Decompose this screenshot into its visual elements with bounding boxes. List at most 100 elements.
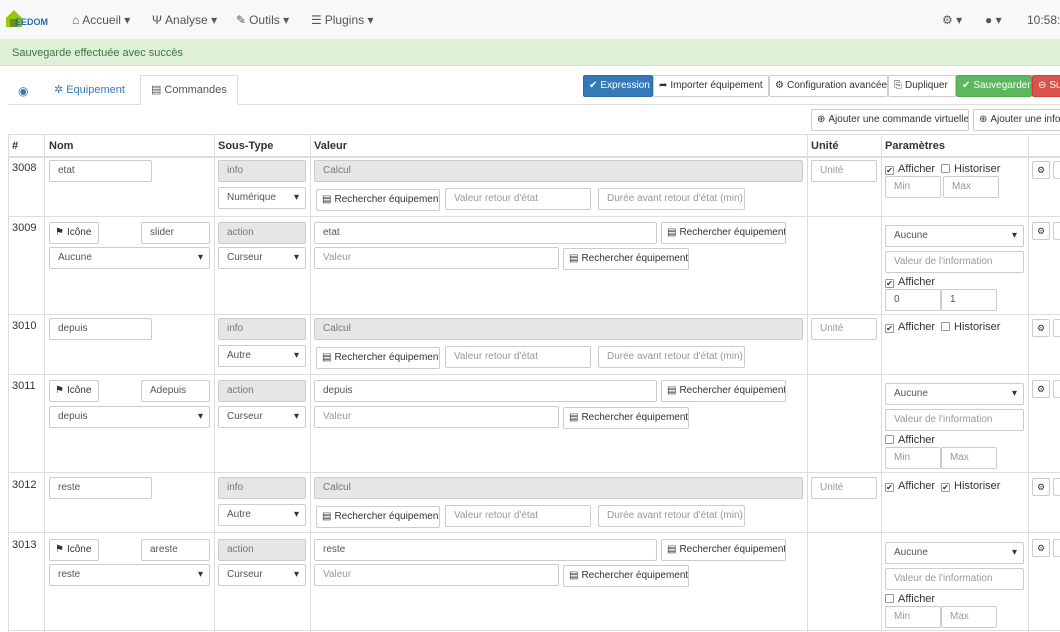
linked-info-select[interactable]: depuis: [49, 406, 210, 428]
unit-input[interactable]: Unité: [811, 160, 877, 182]
search-equipment-button[interactable]: ▤ Rechercher équipement: [316, 506, 440, 528]
more-button[interactable]: ⋮: [1053, 161, 1060, 179]
subtype-select[interactable]: Curseur: [218, 564, 306, 586]
name-input[interactable]: depuis: [49, 318, 152, 340]
delete-button[interactable]: ⊖Su: [1032, 75, 1060, 97]
search-equipment-button[interactable]: ▤ Rechercher équipement: [563, 565, 689, 587]
config-gear-button[interactable]: ⚙: [1032, 161, 1050, 179]
afficher-checkbox[interactable]: ✔ Afficher: [885, 163, 935, 175]
more-button[interactable]: ⋮: [1053, 222, 1060, 240]
info-value-input[interactable]: Valeur de l'information: [885, 251, 1024, 273]
unit-input[interactable]: Unité: [811, 477, 877, 499]
search-equipment-button[interactable]: ▤ Rechercher équipement: [563, 407, 689, 429]
search-equipment-button[interactable]: ▤ Rechercher équipement: [661, 539, 786, 561]
name-input[interactable]: slider: [141, 222, 210, 244]
search-equipment-button[interactable]: ▤ Rechercher équipement: [316, 189, 440, 211]
logo[interactable]: EEDOM: [4, 8, 52, 30]
value-input[interactable]: etat: [314, 222, 657, 244]
param-select[interactable]: Aucune: [885, 225, 1024, 247]
min-input[interactable]: Min: [885, 176, 941, 198]
checkbox-icon: [885, 435, 894, 444]
max-input[interactable]: Max: [941, 447, 997, 469]
historiser-checkbox[interactable]: Historiser: [941, 163, 1000, 175]
tab-equipement[interactable]: ✲ Equipement: [54, 75, 125, 105]
info-value-input[interactable]: Valeur de l'information: [885, 568, 1024, 590]
duplicate-button[interactable]: ⎘ Dupliquer: [888, 75, 956, 97]
unit-input[interactable]: Unité: [811, 318, 877, 340]
afficher-checkbox[interactable]: ✔ Afficher: [885, 321, 935, 333]
historiser-checkbox[interactable]: Historiser: [941, 321, 1000, 333]
icon-button[interactable]: ⚑ Icône: [49, 380, 99, 402]
name-input[interactable]: reste: [49, 477, 152, 499]
return-value-input[interactable]: Valeur retour d'état: [445, 188, 591, 210]
return-delay-input[interactable]: Durée avant retour d'état (min): [598, 346, 745, 368]
nav-user[interactable]: ● ▾: [985, 13, 1002, 27]
config-gear-button[interactable]: ⚙: [1032, 539, 1050, 557]
expression-button[interactable]: ✔ Expression: [583, 75, 653, 97]
return-value-input[interactable]: Valeur retour d'état: [445, 346, 591, 368]
subtype-select[interactable]: Autre: [218, 345, 306, 367]
param-select[interactable]: Aucune: [885, 383, 1024, 405]
config-gear-button[interactable]: ⚙: [1032, 222, 1050, 240]
save-button[interactable]: ✔ Sauvegarder: [956, 75, 1032, 97]
name-input[interactable]: areste: [141, 539, 210, 561]
max-input[interactable]: 1: [941, 289, 997, 311]
return-value-input[interactable]: Valeur retour d'état: [445, 505, 591, 527]
config-gear-button[interactable]: ⚙: [1032, 319, 1050, 337]
afficher-checkbox[interactable]: ✔ Afficher: [885, 480, 935, 492]
nav-accueil[interactable]: ⌂ Accueil ▾: [72, 13, 130, 27]
subtype-select[interactable]: Curseur: [218, 247, 306, 269]
info-value-input[interactable]: Valeur de l'information: [885, 409, 1024, 431]
tab-commandes[interactable]: ▤ Commandes: [140, 75, 238, 105]
name-input[interactable]: Adepuis: [141, 380, 210, 402]
nav-settings[interactable]: ⚙ ▾: [942, 13, 962, 27]
return-delay-input[interactable]: Durée avant retour d'état (min): [598, 188, 745, 210]
search-equipment-button[interactable]: ▤ Rechercher équipement: [563, 248, 689, 270]
afficher-checkbox[interactable]: Afficher: [885, 434, 935, 446]
value-input[interactable]: Valeur: [314, 247, 559, 269]
value-input[interactable]: Valeur: [314, 406, 559, 428]
more-button[interactable]: ⋮: [1053, 380, 1060, 398]
value-input[interactable]: depuis: [314, 380, 657, 402]
linked-info-select[interactable]: Aucune: [49, 247, 210, 269]
value-input[interactable]: reste: [314, 539, 657, 561]
import-equipment-button[interactable]: ➦ Importer équipement: [653, 75, 769, 97]
afficher-checkbox[interactable]: ✔ Afficher: [885, 276, 935, 288]
search-equipment-button[interactable]: ▤ Rechercher équipement: [316, 347, 440, 369]
more-button[interactable]: ⋮: [1053, 478, 1060, 496]
config-gear-button[interactable]: ⚙: [1032, 478, 1050, 496]
icon-button[interactable]: ⚑ Icône: [49, 222, 99, 244]
subtype-select[interactable]: Numérique: [218, 187, 306, 209]
value-input[interactable]: Valeur: [314, 564, 559, 586]
max-input[interactable]: Max: [941, 606, 997, 628]
config-gear-button[interactable]: ⚙: [1032, 380, 1050, 398]
afficher-checkbox[interactable]: Afficher: [885, 593, 935, 605]
param-select[interactable]: Aucune: [885, 542, 1024, 564]
subtype-select[interactable]: Autre: [218, 504, 306, 526]
calcul-textarea[interactable]: Calcul: [314, 160, 803, 182]
linked-info-select[interactable]: reste: [49, 564, 210, 586]
subtype-select[interactable]: Curseur: [218, 406, 306, 428]
historiser-checkbox[interactable]: ✔ Historiser: [941, 480, 1000, 492]
min-input[interactable]: Min: [885, 606, 941, 628]
name-input[interactable]: etat: [49, 160, 152, 182]
icon-button[interactable]: ⚑ Icône: [49, 539, 99, 561]
tab-back[interactable]: ◉: [18, 76, 28, 106]
min-input[interactable]: Min: [885, 447, 941, 469]
search-equipment-button[interactable]: ▤ Rechercher équipement: [661, 222, 786, 244]
return-delay-input[interactable]: Durée avant retour d'état (min): [598, 505, 745, 527]
add-virtual-command-button[interactable]: ⊕ Ajouter une commande virtuelle: [811, 109, 969, 131]
add-info-button[interactable]: ⊕ Ajouter une info: [973, 109, 1060, 131]
max-input[interactable]: Max: [943, 176, 999, 198]
gears-icon: ⚙: [1036, 384, 1046, 394]
search-equipment-button[interactable]: ▤ Rechercher équipement: [661, 380, 786, 402]
nav-outils[interactable]: ✎ Outils ▾: [236, 13, 289, 27]
advanced-config-button[interactable]: ⚙ Configuration avancée: [769, 75, 888, 97]
nav-plugins[interactable]: ☰ Plugins ▾: [311, 13, 373, 27]
more-button[interactable]: ⋮: [1053, 539, 1060, 557]
min-input[interactable]: 0: [885, 289, 941, 311]
more-button[interactable]: ⋮: [1053, 319, 1060, 337]
calcul-textarea[interactable]: Calcul: [314, 477, 803, 499]
nav-analyse[interactable]: Ψ Analyse ▾: [152, 13, 217, 27]
calcul-textarea[interactable]: Calcul: [314, 318, 803, 340]
